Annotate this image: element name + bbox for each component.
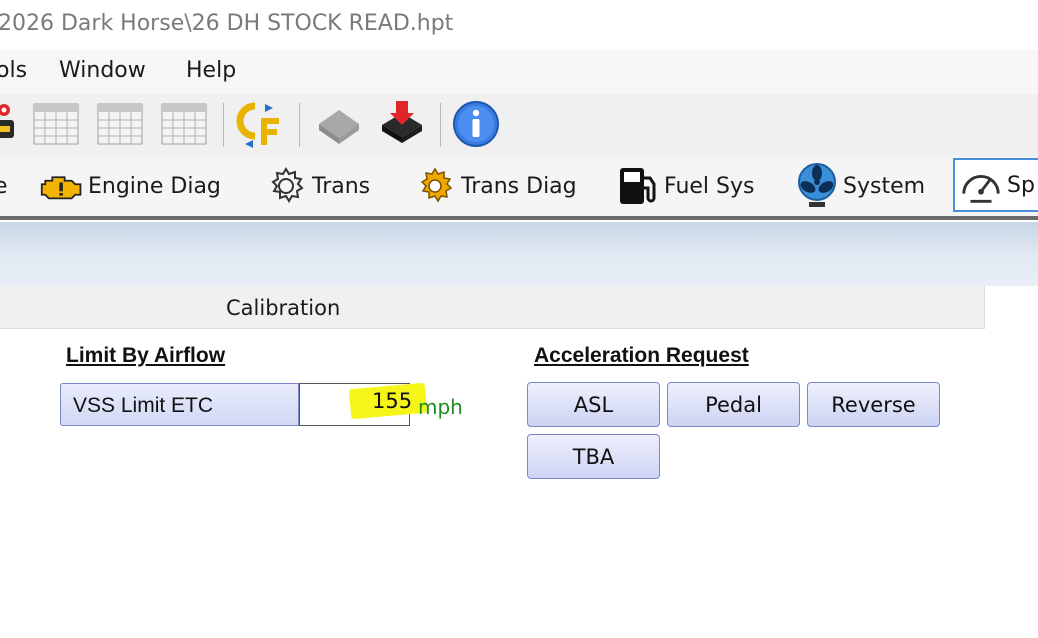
acceleration-request-title: Acceleration Request [534,344,749,367]
menu-help[interactable]: Help [186,58,236,83]
tab-label: e [0,173,8,199]
table-icon[interactable] [161,101,207,145]
tab-strip-divider [0,216,1038,220]
tab-system[interactable]: System [795,160,925,212]
fuel-pump-icon [616,164,660,208]
cf-convert-icon[interactable] [235,100,287,148]
toolbar [0,94,1038,156]
menu-bar [0,50,1038,94]
tab-label: System [843,173,926,199]
gear-orange-icon [413,164,457,208]
chip-write-icon[interactable] [378,99,428,147]
toolbar-separator [440,103,441,147]
toolbar-separator [299,103,300,147]
menu-window[interactable]: Window [59,58,146,83]
pedal-button[interactable]: Pedal [667,382,800,427]
fan-icon [795,163,839,208]
calibration-header [0,286,985,329]
table-icon[interactable] [97,101,143,145]
tab-label: Trans Diag [461,173,577,199]
speedometer-icon [959,163,1003,207]
vss-limit-etc-label: VSS Limit ETC [73,394,214,417]
window-title: 2026 Dark Horse\26 DH STOCK READ.hpt [0,11,454,36]
tab-label: Engine Diag [88,173,221,199]
tab-label: Sp [1007,172,1035,198]
tab-trans[interactable]: Trans [264,160,370,212]
toolbar-separator [223,103,224,147]
engine-warning-icon [40,164,84,208]
table-icon[interactable] [33,101,79,145]
vss-limit-etc-unit: mph [418,395,463,419]
chip-grey-icon[interactable] [313,104,363,146]
chip-fire-icon[interactable] [0,100,20,146]
tab-engine[interactable]: e [0,160,8,212]
reverse-button[interactable]: Reverse [807,382,940,427]
tab-label: Trans [312,173,371,199]
tab-fuel-sys[interactable]: Fuel Sys [616,160,754,212]
asl-button[interactable]: ASL [527,382,660,427]
gear-icon [264,164,308,208]
info-icon[interactable] [452,100,500,148]
tab-engine-diag[interactable]: Engine Diag [40,160,221,212]
tab-speed[interactable]: Sp [953,158,1038,212]
tba-button[interactable]: TBA [527,434,660,479]
tab-trans-diag[interactable]: Trans Diag [413,160,577,212]
tab-label: Fuel Sys [664,173,755,199]
vss-limit-etc-value: 155 [372,389,413,413]
menu-tools[interactable]: ols [0,58,27,83]
limit-by-airflow-title: Limit By Airflow [66,344,226,367]
page-header-band [0,222,1038,286]
calibration-header-label: Calibration [226,296,341,320]
